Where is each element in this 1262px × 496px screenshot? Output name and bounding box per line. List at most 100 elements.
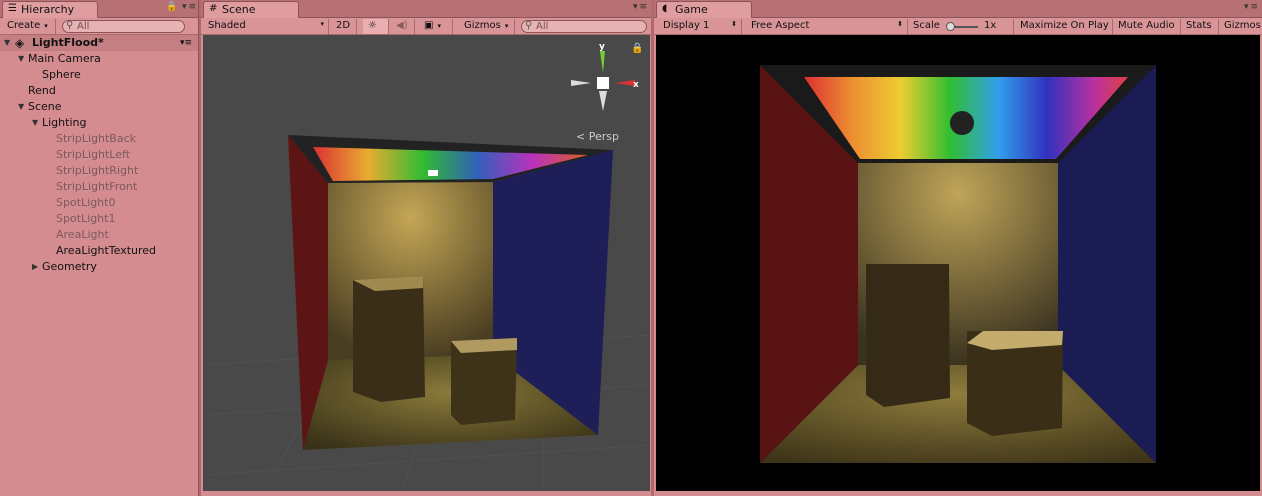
area-light-gizmo [428,170,438,176]
hierarchy-item[interactable]: SpotLight1 [0,211,198,227]
tall-box [866,264,950,407]
hierarchy-item[interactable]: StripLightLeft [0,147,198,163]
maximize-on-play-toggle[interactable]: Maximize On Play [1015,19,1113,34]
hierarchy-item[interactable]: ▼ Lighting [0,115,198,131]
expand-arrow-icon[interactable]: ▼ [4,35,10,51]
search-icon: ⚲ [525,20,533,31]
ceiling-center [950,111,974,135]
game-render [760,65,1156,463]
tab-scene[interactable]: # Scene [203,1,299,18]
pacman-icon: ◖ [662,3,668,14]
scale-label: Scale [913,20,940,31]
dropdown-arrow-icon: ▾ [320,20,324,28]
hierarchy-item-label: Geometry [42,260,97,273]
display-label: Display 1 [663,20,710,31]
audio-icon[interactable]: ◀) [391,19,415,34]
hierarchy-item[interactable]: SpotLight0 [0,195,198,211]
hierarchy-item-label: Sphere [42,68,81,81]
search-icon: ⚲ [66,20,74,31]
scene-search-input[interactable]: ⚲ All [521,20,647,33]
hierarchy-item[interactable]: StripLightRight [0,163,198,179]
create-button-label: Create [7,20,41,31]
hierarchy-item-label: StripLightRight [56,164,139,177]
display-dropdown[interactable]: Display 1 ⬍ [658,19,742,34]
panel-menu-icon[interactable]: ▾≡ [182,2,198,12]
hierarchy-item[interactable]: ▶ Geometry [0,259,198,275]
hierarchy-item-label: AreaLight [56,228,109,241]
hierarchy-item[interactable]: StripLightBack [0,131,198,147]
tab-scene-label: Scene [222,3,256,16]
hierarchy-item-label: StripLightLeft [56,148,131,161]
hierarchy-item[interactable]: ▼ Main Camera [0,51,198,67]
expand-arrow-icon[interactable]: ▼ [32,115,38,131]
x-axis-cone [615,80,635,86]
hierarchy-item[interactable]: ▼ Scene [0,99,198,115]
y-axis-cone [600,51,605,73]
hierarchy-item[interactable]: Rend [0,83,198,99]
hierarchy-item-label: StripLightBack [56,132,137,145]
shading-mode-dropdown[interactable]: Shaded ▾ [203,19,329,34]
panel-menu-icon[interactable]: ▾≡ [1244,2,1260,12]
sun-icon[interactable]: ☼ [363,19,389,34]
expand-arrow-icon[interactable]: ▼ [18,99,24,115]
projection-label: Persp [588,130,619,143]
dropdown-arrow-icon: ▾ [44,22,48,30]
expand-arrow-icon[interactable]: ▼ [18,51,24,67]
tab-hierarchy[interactable]: ☰ Hierarchy [2,1,98,18]
scene-search-placeholder: All [536,21,549,32]
hierarchy-item[interactable]: Sphere [0,67,198,83]
axis-y-label: y [599,43,605,52]
hierarchy-item-label: Rend [28,84,56,97]
tab-game[interactable]: ◖ Game [656,1,752,18]
hierarchy-item-label: Main Camera [28,52,101,65]
hierarchy-item[interactable]: AreaLightTextured [0,243,198,259]
mute-audio-toggle[interactable]: Mute Audio [1113,19,1181,34]
stats-toggle[interactable]: Stats [1181,19,1219,34]
game-tabstrip: ◖ Game ▾≡ [654,0,1262,18]
axis-x-label: x [633,80,639,90]
projection-toggle[interactable]: < Persp [576,130,619,143]
scene-gizmos-dropdown[interactable]: Gizmos ▾ [459,19,515,34]
game-panel: ◖ Game ▾≡ Display 1 ⬍ Free Aspect ⬍ Scal… [654,0,1262,496]
tall-box [353,276,425,402]
neg-y-cone [599,91,607,111]
scene-panel: # Scene ▾≡ Shaded ▾ 2D ☼ ◀) ▣ ▾ Gizmos ▾ ⚲… [201,0,651,496]
panel-menu-icon[interactable]: ▾≡ [633,2,649,12]
tab-game-label: Game [675,3,708,16]
scale-slider-knob[interactable] [946,22,955,31]
tab-hierarchy-label: Hierarchy [21,3,75,16]
aspect-dropdown[interactable]: Free Aspect ⬍ [746,19,908,34]
scene-menu-icon[interactable]: ▾≡ [180,35,192,51]
hierarchy-tree: ▼ ◈ LightFlood* ▾≡ ▼ Main Camera Sphere Ren… [0,35,198,275]
hierarchy-items: ▼ Main Camera Sphere Rend ▼ Scene ▼ Lighting Str… [0,51,198,275]
scene-root-row[interactable]: ▼ ◈ LightFlood* ▾≡ [0,35,198,51]
scale-control: Scale 1x [908,19,1014,34]
create-button[interactable]: Create ▾ [2,19,56,34]
game-gizmos-toggle[interactable]: Gizmos [1219,19,1262,34]
orientation-gizmo[interactable]: y x [563,43,643,123]
hierarchy-item[interactable]: AreaLight [0,227,198,243]
projection-icon: < [576,130,586,143]
scene-viewport[interactable]: y x 🔒 < Persp [203,35,650,491]
hierarchy-item-label: Lighting [42,116,87,129]
list-icon: ☰ [8,3,17,14]
mode-2d-button[interactable]: 2D [331,19,357,34]
hierarchy-item[interactable]: StripLightFront [0,179,198,195]
scale-slider[interactable] [946,22,978,31]
scene-tabstrip: # Scene ▾≡ [201,0,651,18]
hierarchy-search-placeholder: All [77,21,90,32]
aspect-label: Free Aspect [751,20,810,31]
game-viewport[interactable] [656,35,1260,491]
hierarchy-item-label: AreaLightTextured [56,244,157,257]
image-effects-icon[interactable]: ▣ ▾ [419,19,453,34]
neg-x-cone [571,80,591,86]
hierarchy-search-input[interactable]: ⚲ All [62,20,185,33]
hierarchy-item-label: SpotLight1 [56,212,116,225]
collapse-arrow-icon[interactable]: ▶ [32,259,38,275]
lock-icon[interactable]: 🔒 [166,2,179,12]
game-toolbar: Display 1 ⬍ Free Aspect ⬍ Scale 1x Maxim… [654,18,1262,35]
gizmo-lock-icon[interactable]: 🔒 [631,43,643,54]
dropdown-arrow-icon: ⬍ [897,20,903,28]
scene-toolbar: Shaded ▾ 2D ☼ ◀) ▣ ▾ Gizmos ▾ ⚲ All [201,18,651,35]
hierarchy-item-label: SpotLight0 [56,196,116,209]
